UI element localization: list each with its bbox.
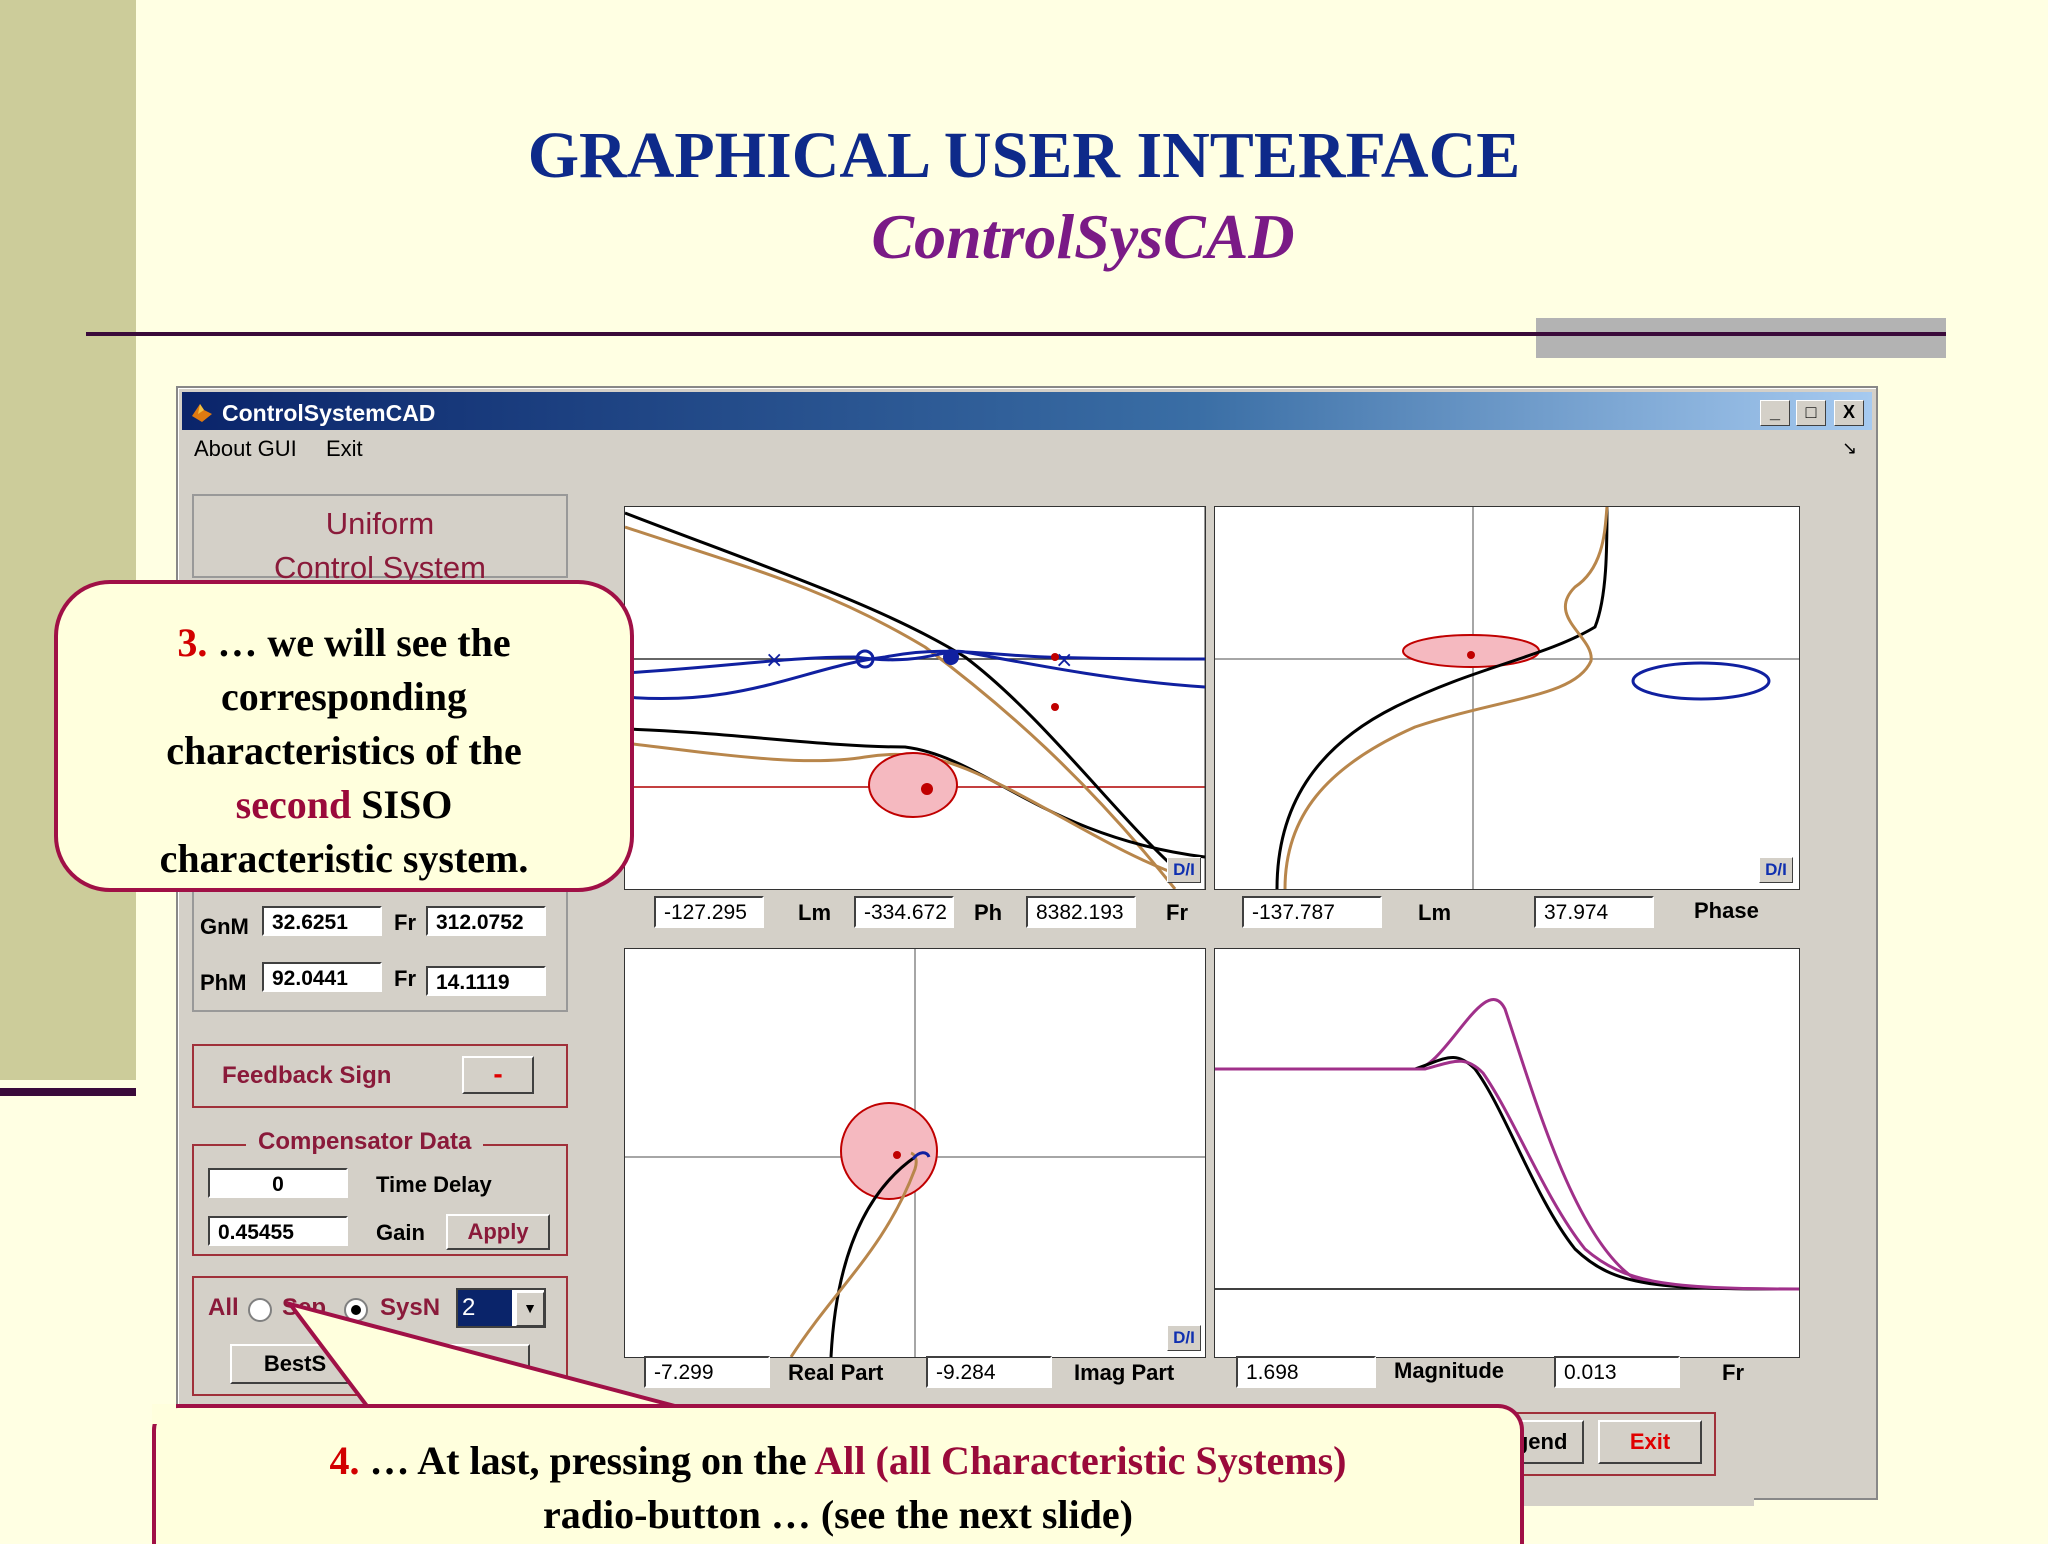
bode-lm-field[interactable]: -127.295	[654, 896, 764, 928]
callout-4-joint	[152, 1404, 176, 1424]
slide-subtitle: ControlSysCAD	[871, 201, 1295, 272]
time-delay-field[interactable]: 0	[208, 1168, 348, 1198]
nichols-lm-field[interactable]: -137.787	[1242, 896, 1382, 928]
mag-value-field[interactable]: 1.698	[1236, 1356, 1376, 1388]
nyquist-real-label: Real Part	[788, 1360, 884, 1385]
phm-label: PhM	[200, 970, 247, 995]
callout-4-line1: 4. … At last, pressing on the All (all C…	[156, 1434, 1520, 1488]
callout-4-text-a: … At last, pressing on the	[359, 1438, 815, 1483]
callout-4: 4. … At last, pressing on the All (all C…	[152, 1404, 1524, 1544]
title-divider	[86, 332, 1946, 336]
mag-fr-field[interactable]: 0.013	[1554, 1356, 1680, 1388]
slide-title: GRAPHICAL USER INTERFACE	[527, 119, 1521, 192]
callout-3-line3: characteristics of the	[166, 728, 522, 773]
radio-all[interactable]	[248, 1298, 272, 1322]
callout-3-line2: corresponding	[221, 674, 467, 719]
bode-fr-field[interactable]: 8382.193	[1026, 896, 1136, 928]
callout-4-highlight: All (all Characteristic Systems)	[814, 1438, 1347, 1483]
magnitude-label: Magnitude	[1394, 1358, 1504, 1383]
callout-3-line1: 3. … we will see the	[58, 616, 630, 670]
callout-3-text4: SISO	[351, 782, 453, 827]
menu-bar: About GUI Exit ↘	[182, 430, 1872, 464]
mag-fr-label: Fr	[1722, 1360, 1744, 1385]
nichols-plot-canvas	[1215, 506, 1799, 890]
bode-plot[interactable]: × × D/I	[624, 506, 1206, 890]
phm-fr-label: Fr	[394, 966, 416, 991]
phm-fr-field[interactable]: 14.1119	[426, 966, 546, 996]
menu-about-gui[interactable]: About GUI	[194, 436, 297, 462]
system-title-panel: Uniform Control System	[192, 494, 568, 585]
bode-lm-label: Lm	[798, 900, 831, 925]
nyquist-plot-canvas	[625, 949, 1205, 1358]
bode-plot-canvas: × ×	[624, 507, 1206, 890]
toggle-dm-button[interactable]: D/I	[1759, 857, 1793, 883]
title-decor-box	[1536, 318, 1946, 358]
left-decor-line	[0, 1088, 136, 1096]
nyquist-imag-field[interactable]: -9.284	[926, 1356, 1052, 1388]
compensator-panel: Compensator Data 0 Time Delay 0.45455 Ga…	[192, 1128, 568, 1256]
close-button[interactable]: X	[1834, 400, 1864, 426]
gnm-fr-label: Fr	[394, 910, 416, 935]
toggle-dm-button[interactable]: D/I	[1167, 857, 1201, 883]
exit-button[interactable]: Exit	[1598, 1420, 1702, 1464]
nichols-phase-field[interactable]: 37.974	[1534, 896, 1654, 928]
compensator-title: Compensator Data	[246, 1128, 484, 1156]
undock-icon[interactable]: ↘	[1842, 438, 1857, 459]
gain-label: Gain	[376, 1220, 425, 1245]
callout-3-line4: second SISO	[58, 778, 630, 832]
nyquist-imag-label: Imag Part	[1074, 1360, 1175, 1385]
gnm-label: GnM	[200, 914, 249, 939]
menu-exit[interactable]: Exit	[326, 436, 363, 462]
gnm-fr-field[interactable]: 312.0752	[426, 906, 546, 936]
gain-field[interactable]: 0.45455	[208, 1216, 348, 1246]
magnitude-plot[interactable]	[1214, 948, 1800, 1358]
svg-text:×: ×	[1055, 648, 1073, 673]
nichols-phase-label: Phase	[1694, 898, 1759, 923]
nichols-lm-label: Lm	[1418, 900, 1451, 925]
apply-button[interactable]: Apply	[446, 1214, 550, 1250]
feedback-sign-button[interactable]: -	[462, 1056, 534, 1094]
phm-field[interactable]: 92.0441	[262, 962, 382, 992]
radio-all-label: All	[208, 1294, 239, 1321]
feedback-panel: Feedback Sign -	[192, 1044, 568, 1108]
window-titlebar[interactable]: ControlSystemCAD _ □ X	[182, 392, 1872, 430]
maximize-button[interactable]: □	[1796, 400, 1826, 426]
callout-4-pointer	[284, 1300, 691, 1412]
matlab-icon	[192, 404, 212, 422]
nichols-plot[interactable]: D/I	[1214, 506, 1800, 890]
callout-4-line2: radio-button … (see the next slide)	[543, 1492, 1133, 1537]
time-delay-label: Time Delay	[376, 1172, 492, 1197]
bode-ph-field[interactable]: -334.672	[854, 896, 954, 928]
callout-3-number: 3.	[177, 620, 208, 665]
svg-text:×: ×	[765, 648, 783, 673]
callout-3: 3. … we will see the corresponding chara…	[54, 580, 634, 892]
callout-3-text1: … we will see the	[207, 620, 511, 665]
callout-3-line5: characteristic system.	[159, 836, 529, 881]
bode-ph-label: Ph	[974, 900, 1003, 925]
gnm-field[interactable]: 32.6251	[262, 906, 382, 936]
toggle-dm-button[interactable]: D/I	[1167, 1325, 1201, 1351]
callout-3-highlight: second	[235, 782, 352, 827]
feedback-label: Feedback Sign	[222, 1062, 392, 1089]
window-title: ControlSystemCAD	[222, 400, 436, 426]
callout-4-number: 4.	[329, 1438, 360, 1483]
bode-fr-label: Fr	[1166, 900, 1188, 925]
magnitude-plot-canvas	[1215, 998, 1800, 1291]
system-title-line1: Uniform	[325, 506, 435, 541]
minimize-button[interactable]: _	[1760, 400, 1790, 426]
nyquist-plot[interactable]: D/I	[624, 948, 1206, 1358]
